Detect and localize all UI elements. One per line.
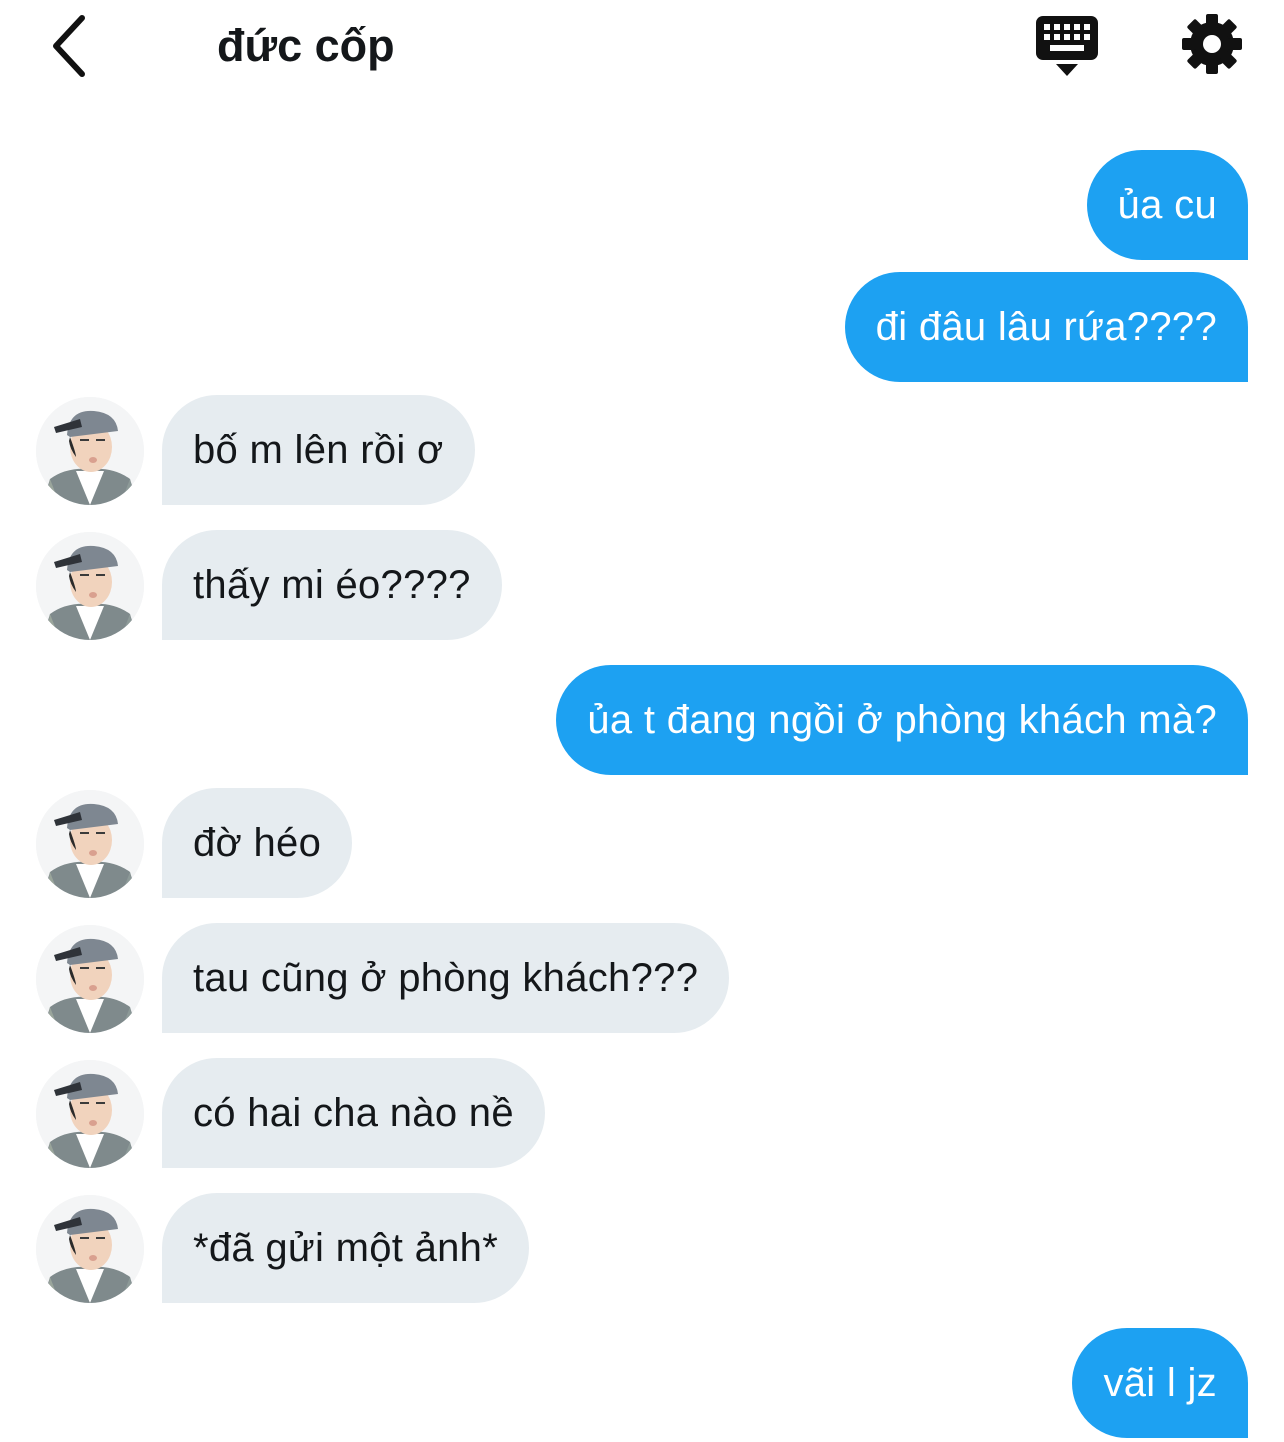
avatar-image xyxy=(36,532,144,640)
avatar-image xyxy=(36,1195,144,1303)
received-message-bubble[interactable]: *đã gửi một ảnh* xyxy=(162,1193,530,1303)
received-message-bubble[interactable]: đờ héo xyxy=(162,788,353,898)
sent-message-bubble[interactable]: đi đâu lâu rứa???? xyxy=(844,272,1248,382)
avatar[interactable] xyxy=(36,925,144,1033)
sent-message-bubble[interactable]: vãi l jz xyxy=(1072,1328,1248,1438)
sent-message-row: ủa t đang ngồi ở phòng khách mà? xyxy=(0,665,1284,777)
avatar[interactable] xyxy=(36,397,144,505)
conversation-header: đức cốp xyxy=(0,0,1284,100)
received-message-bubble[interactable]: có hai cha nào nề xyxy=(162,1058,545,1168)
sent-message-row: ủa cu xyxy=(0,150,1284,262)
received-message-row: đờ héo xyxy=(0,788,1284,900)
avatar[interactable] xyxy=(36,1060,144,1168)
received-message-bubble[interactable]: thấy mi éo???? xyxy=(162,530,502,640)
avatar[interactable] xyxy=(36,532,144,640)
avatar-image xyxy=(36,1060,144,1168)
chevron-left-icon xyxy=(53,15,85,77)
received-message-bubble[interactable]: bố m lên rồi ơ xyxy=(162,395,475,505)
avatar-image xyxy=(36,790,144,898)
gear-icon xyxy=(1182,14,1242,74)
settings-button[interactable] xyxy=(1178,10,1246,78)
received-message-row: thấy mi éo???? xyxy=(0,530,1284,642)
received-message-row: tau cũng ở phòng khách??? xyxy=(0,923,1284,1035)
sent-message-bubble[interactable]: ủa t đang ngồi ở phòng khách mà? xyxy=(556,665,1248,775)
sent-message-row: đi đâu lâu rứa???? xyxy=(0,272,1284,384)
received-message-bubble[interactable]: tau cũng ở phòng khách??? xyxy=(162,923,730,1033)
back-button[interactable] xyxy=(40,12,96,80)
conversation-title: đức cốp xyxy=(217,20,395,71)
avatar[interactable] xyxy=(36,790,144,898)
keyboard-button[interactable] xyxy=(1032,14,1104,80)
received-message-row: *đã gửi một ảnh* xyxy=(0,1193,1284,1305)
avatar-image xyxy=(36,397,144,505)
avatar-image xyxy=(36,925,144,1033)
avatar[interactable] xyxy=(36,1195,144,1303)
keyboard-icon xyxy=(1036,16,1098,76)
received-message-row: có hai cha nào nề xyxy=(0,1058,1284,1170)
sent-message-row: vãi l jz xyxy=(0,1328,1284,1440)
received-message-row: bố m lên rồi ơ xyxy=(0,395,1284,507)
sent-message-bubble[interactable]: ủa cu xyxy=(1086,150,1248,260)
